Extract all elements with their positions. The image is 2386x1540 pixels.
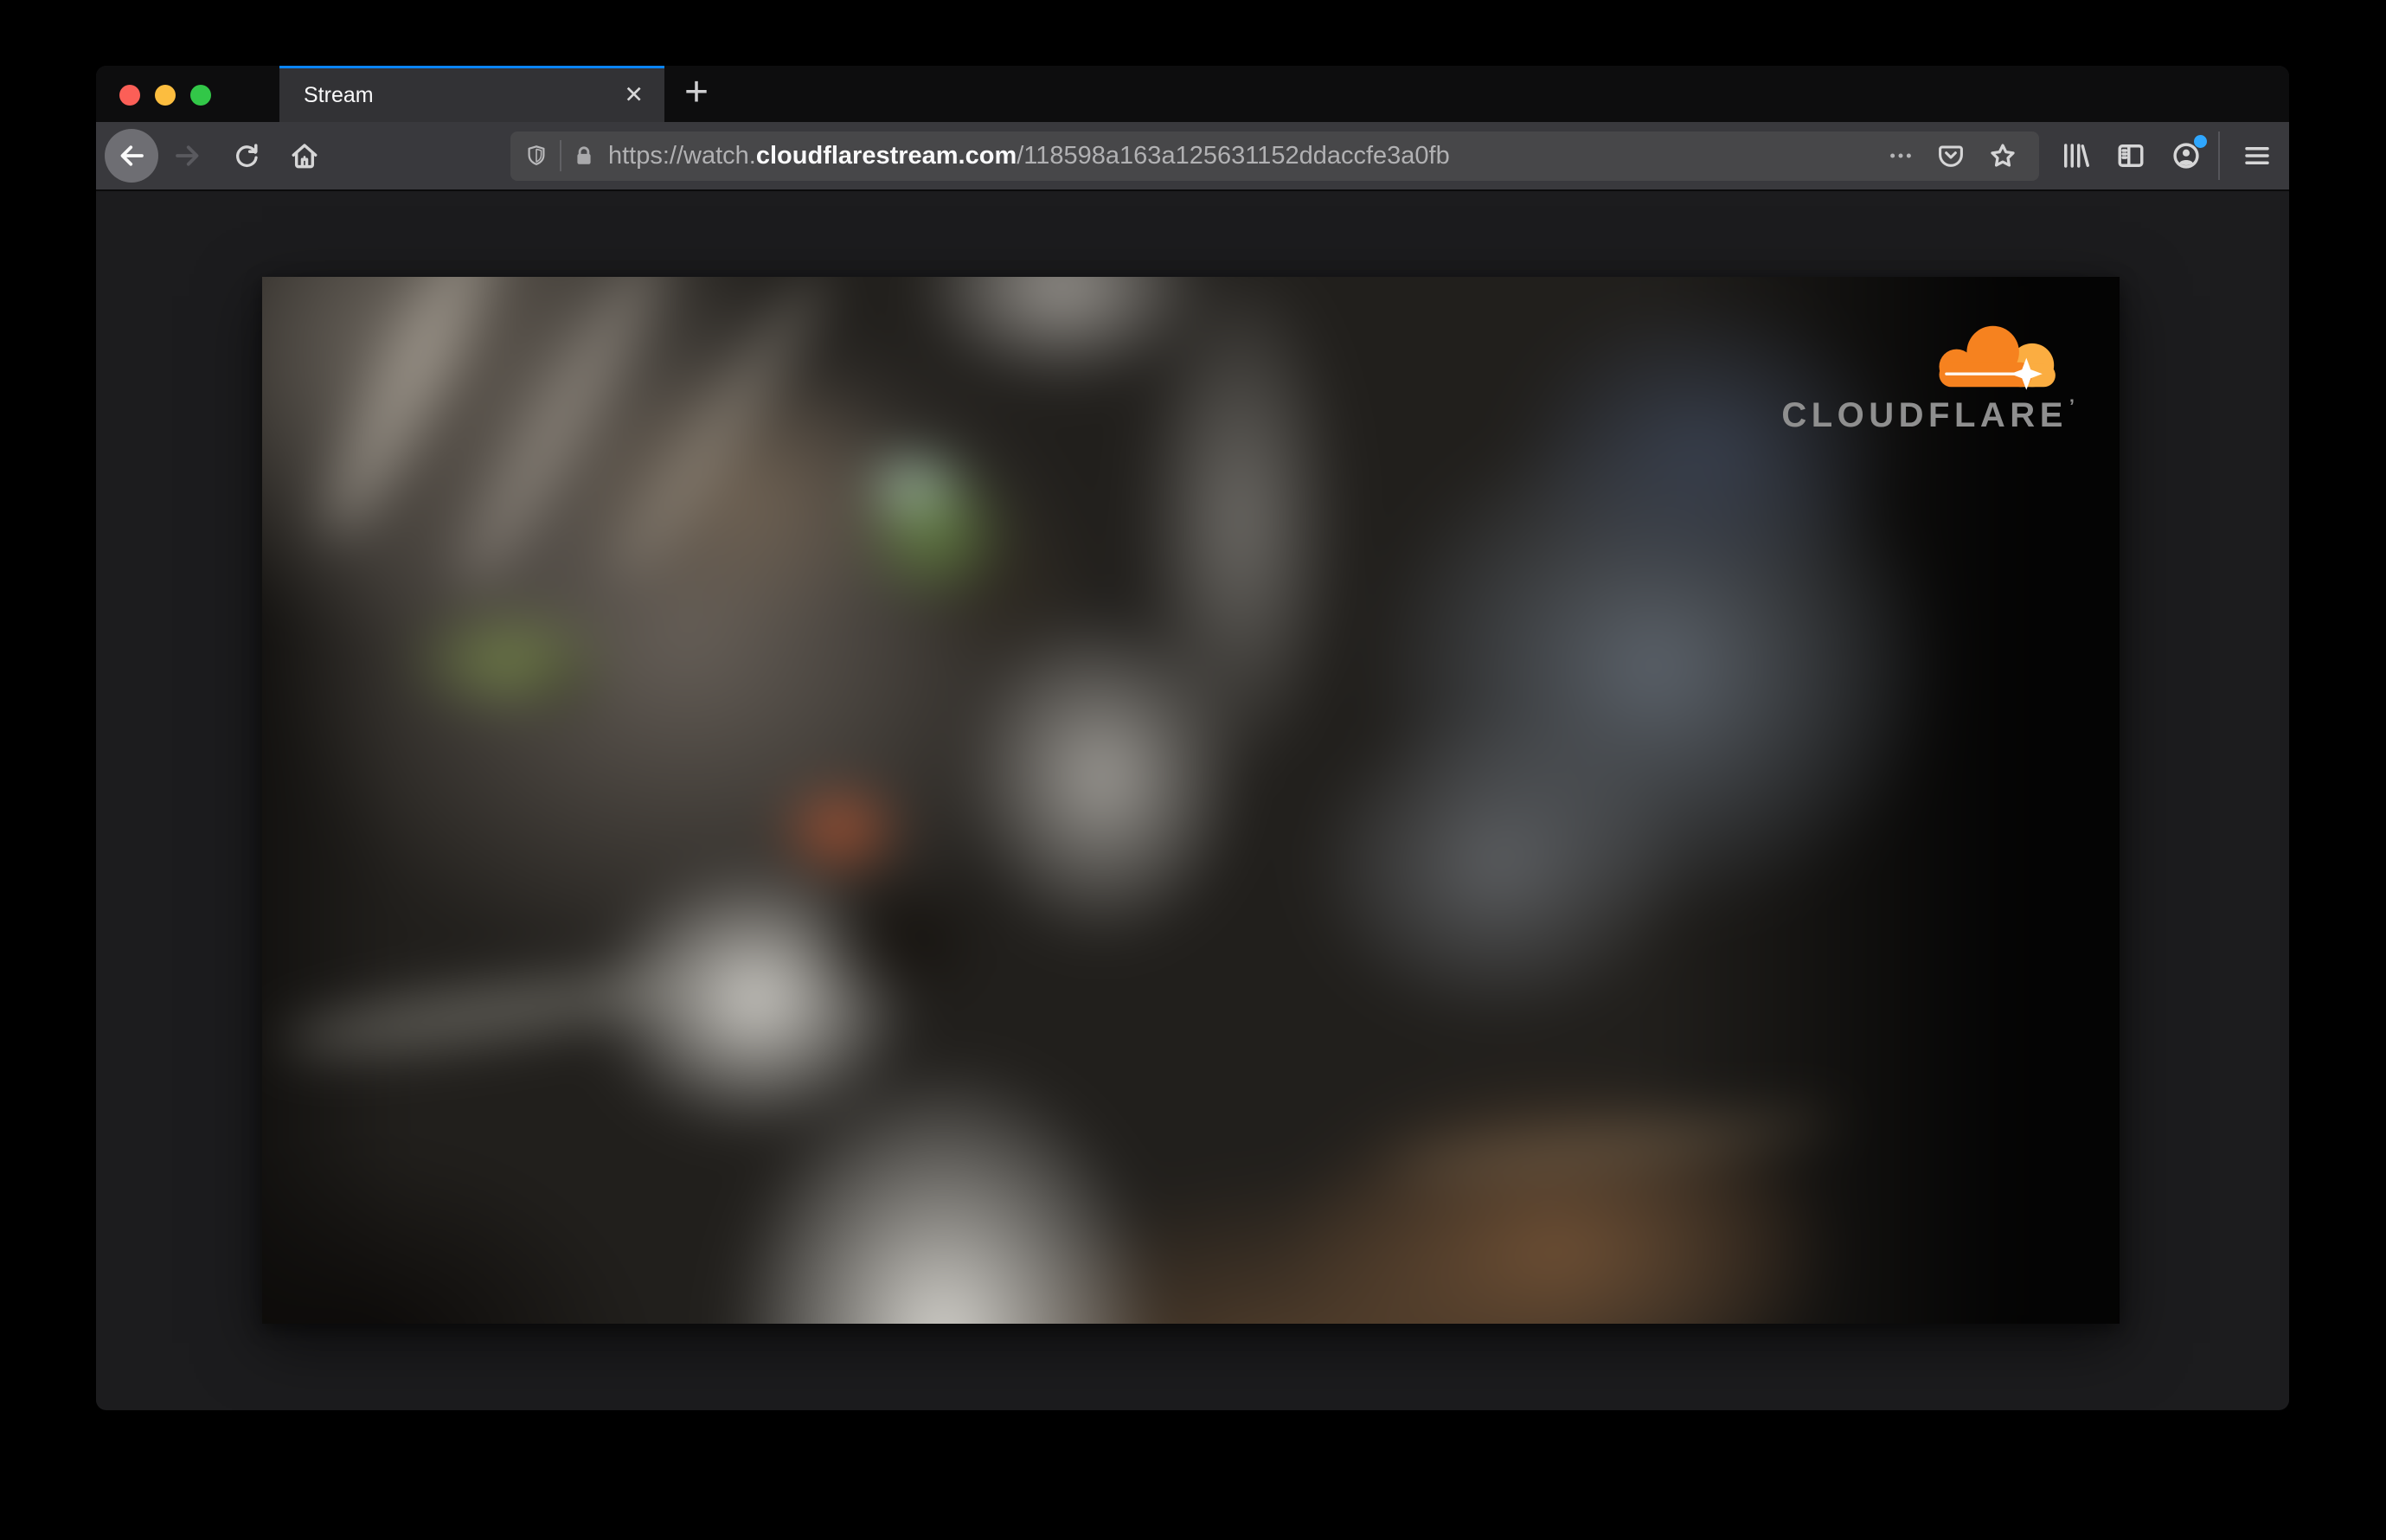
fullscreen-window-button[interactable] <box>190 85 211 106</box>
url-scheme-host: https://watch. <box>608 141 756 170</box>
page-actions <box>1888 141 2039 170</box>
video-player[interactable]: CLOUDFLARE’ <box>262 277 2120 1324</box>
page-content: CLOUDFLARE’ <box>96 191 2289 1408</box>
body-highlight <box>1388 1103 1839 1186</box>
pocket-icon[interactable] <box>1937 142 1965 170</box>
back-icon <box>120 145 144 166</box>
close-window-button[interactable] <box>119 85 140 106</box>
account-notification-dot <box>2194 135 2207 148</box>
library-button[interactable] <box>2056 137 2094 175</box>
home-icon <box>292 144 317 169</box>
forward-button[interactable] <box>169 137 207 175</box>
home-button[interactable] <box>285 137 324 175</box>
navigation-toolbar: https://watch.cloudflarestream.com/11859… <box>96 122 2289 191</box>
minimize-window-button[interactable] <box>155 85 176 106</box>
cloudflare-wordmark: CLOUDFLARE’ <box>1781 395 2075 434</box>
urlbar-divider <box>560 140 561 171</box>
cloudflare-cloud-icon <box>1939 325 2056 390</box>
menu-button[interactable] <box>2238 137 2276 175</box>
menu-hamburger-icon <box>2245 147 2269 164</box>
reload-button[interactable] <box>228 137 266 175</box>
tab-bar: Stream ✕ + <box>96 66 2289 122</box>
url-domain: cloudflarestream.com <box>755 141 1017 170</box>
forward-icon <box>176 145 199 166</box>
window-controls <box>119 85 211 106</box>
account-button[interactable] <box>2167 135 2207 175</box>
close-tab-icon[interactable]: ✕ <box>624 83 644 107</box>
address-bar[interactable]: https://watch.cloudflarestream.com/11859… <box>510 131 2039 181</box>
tab-stream[interactable]: Stream ✕ <box>279 66 664 122</box>
tab-title: Stream <box>304 82 374 107</box>
lock-icon <box>577 146 591 164</box>
toolbar-divider <box>2218 132 2220 180</box>
whisker-highlight <box>279 958 698 1068</box>
reload-icon <box>236 144 258 167</box>
new-tab-button[interactable]: + <box>677 67 715 121</box>
desktop-background: Stream ✕ + https://watch.cloudflarestrea… <box>0 0 2386 1540</box>
url-text[interactable]: https://watch.cloudflarestream.com/11859… <box>608 142 1888 170</box>
browser-window: Stream ✕ + https://watch.cloudflarestrea… <box>96 66 2289 1410</box>
trademark-mark: ’ <box>2069 395 2075 417</box>
sidebar-icon <box>2118 144 2144 167</box>
back-button[interactable] <box>105 129 158 183</box>
library-icon <box>2064 144 2089 168</box>
cloudflare-logo: CLOUDFLARE’ <box>1781 320 2075 435</box>
sidebar-button[interactable] <box>2112 137 2150 175</box>
bookmark-star-icon[interactable] <box>1988 141 2017 170</box>
page-actions-dots-icon[interactable] <box>1888 143 1914 169</box>
url-path: /118598a163a125631152ddaccfe3a0fb <box>1017 141 1450 170</box>
shield-icon <box>528 145 545 165</box>
